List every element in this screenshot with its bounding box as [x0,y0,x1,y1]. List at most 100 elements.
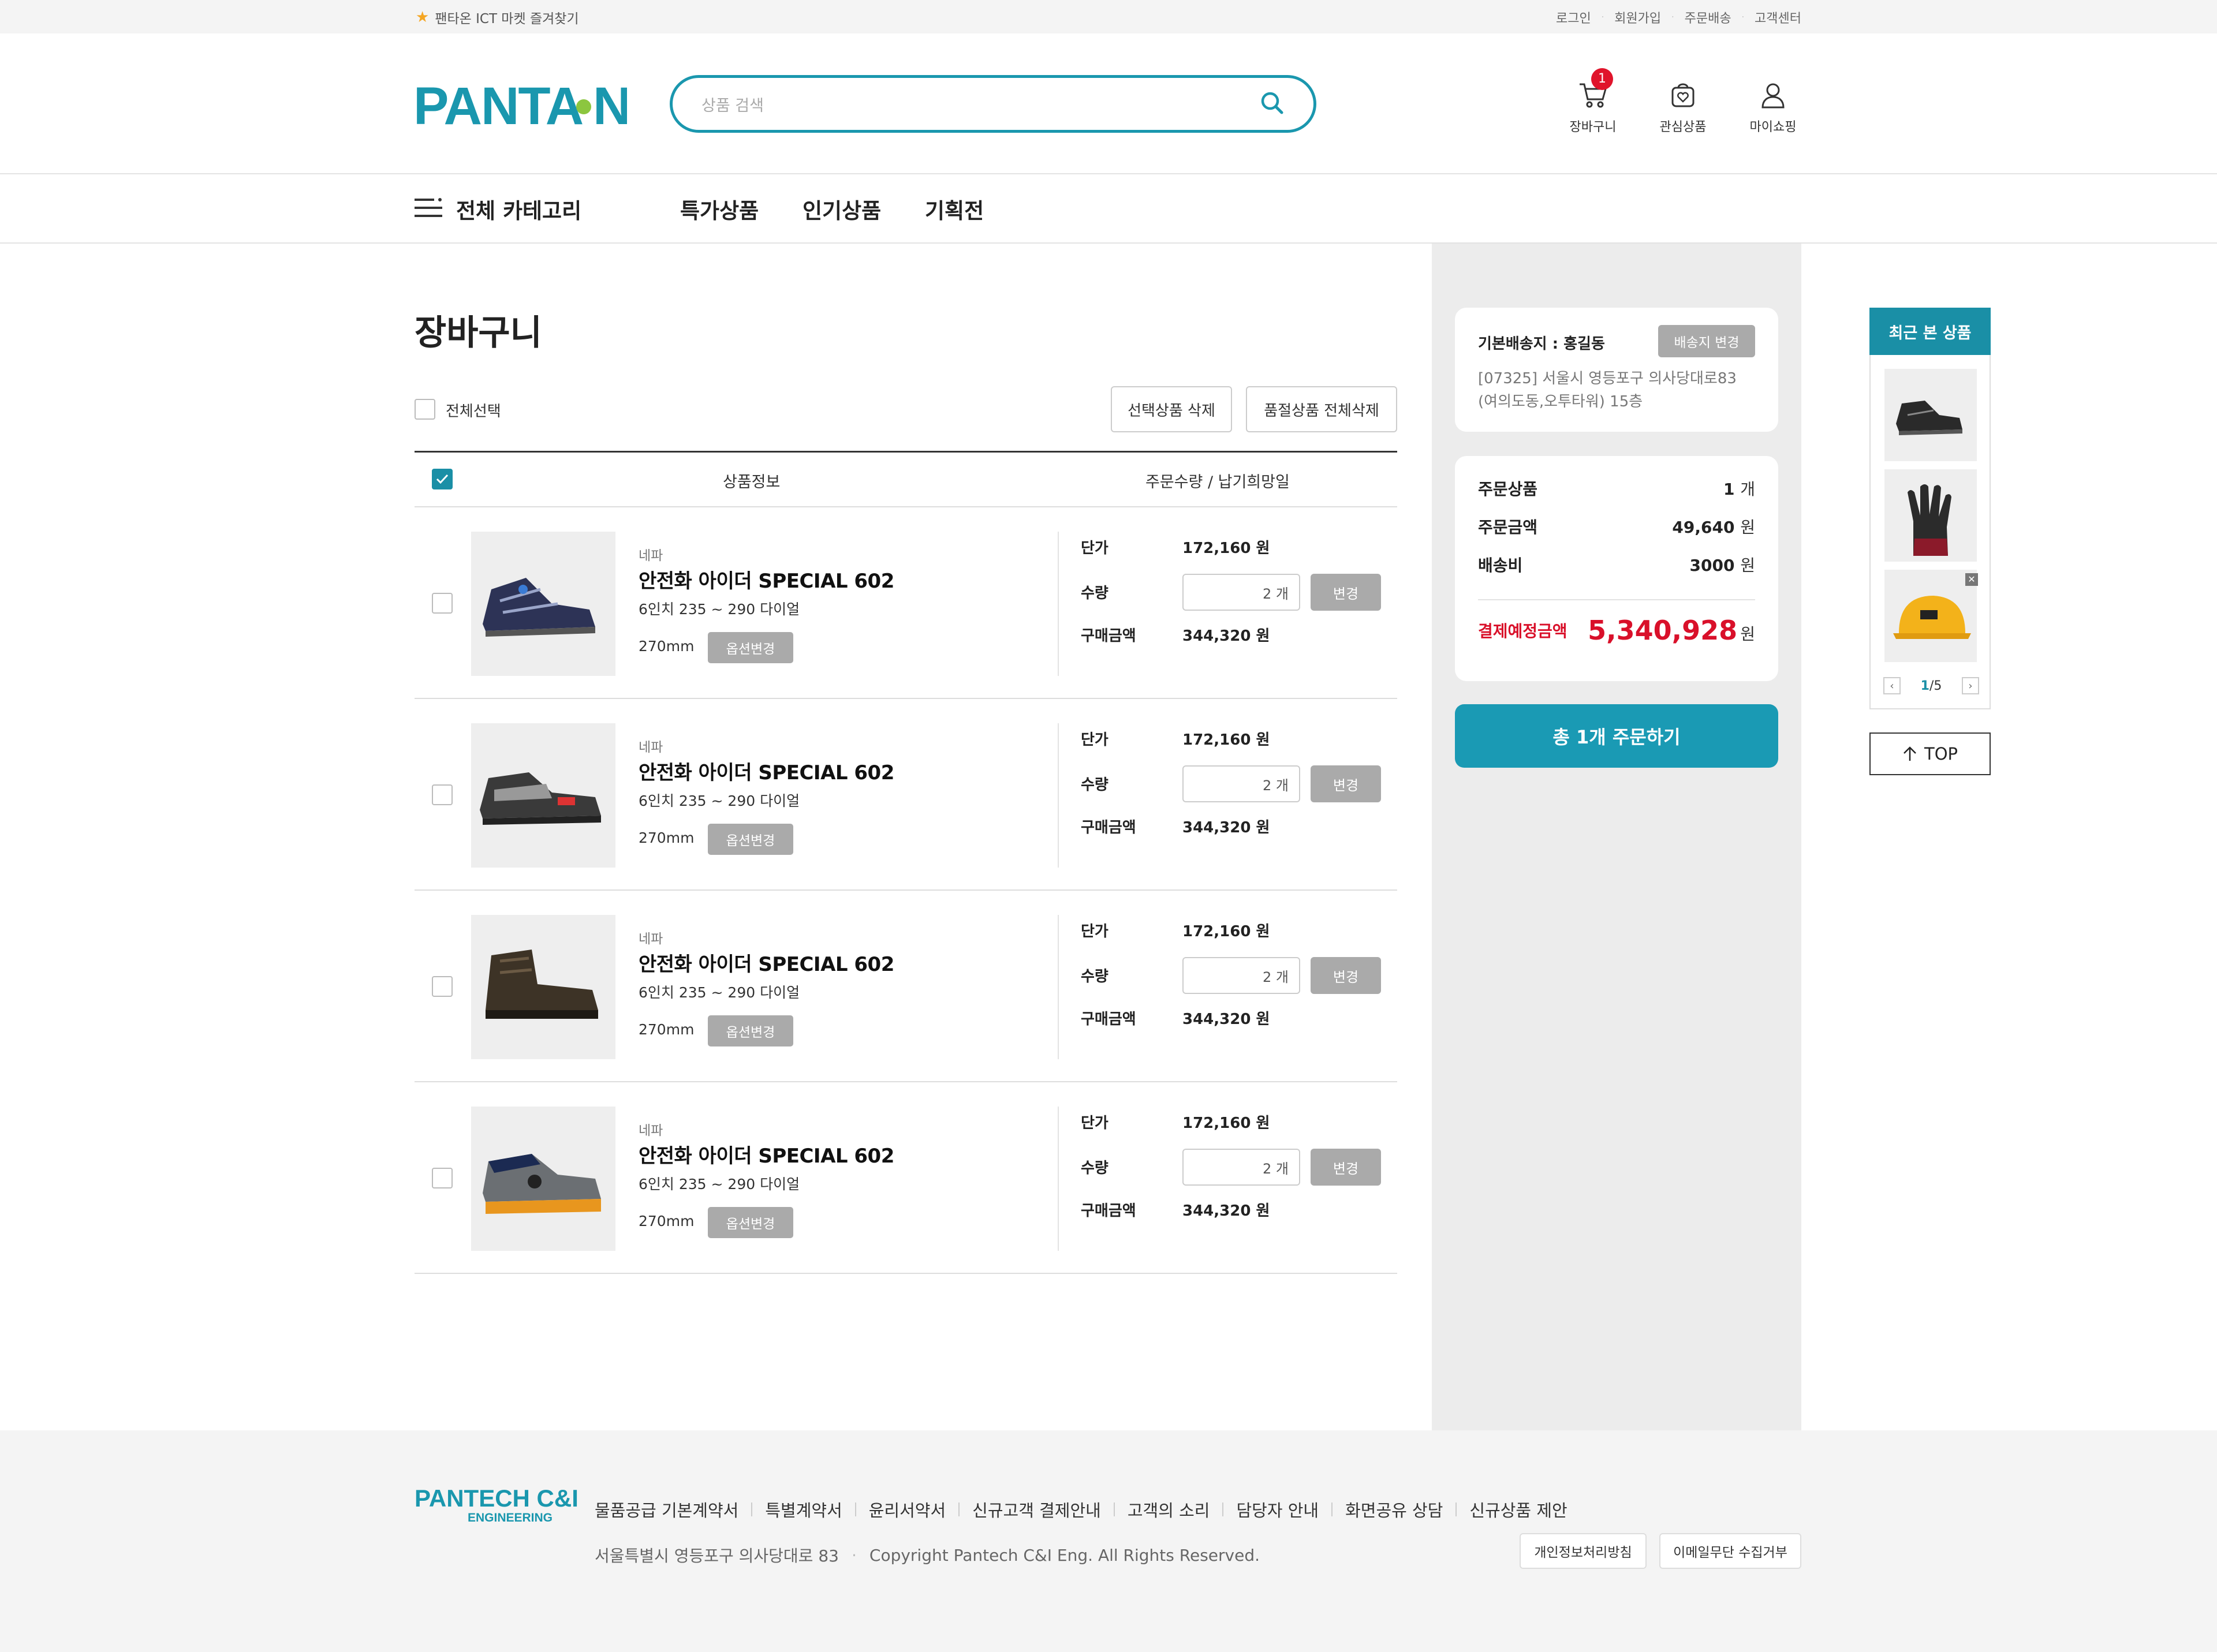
product-name[interactable]: 안전화 아이더 SPECIAL 602 [639,948,894,977]
option-change-button[interactable]: 옵션변경 [708,1015,793,1046]
bookmark-label: 팬타온 ICT 마켓 즐겨찾기 [435,12,579,27]
footer-link[interactable]: 신규고객 결제안내 [972,1497,1101,1522]
cart-item-row: 네파 안전화 아이더 SPECIAL 602 6인치 235 ~ 290 다이얼 27… [415,507,1397,699]
change-address-button[interactable]: 배송지 변경 [1658,325,1755,357]
product-name[interactable]: 안전화 아이더 SPECIAL 602 [639,565,894,593]
remove-recent-icon[interactable]: ✕ [1965,573,1978,586]
product-thumbnail[interactable] [471,915,615,1059]
check-icon [436,474,449,484]
total-price-label: 구매금액 [1081,1202,1136,1220]
cart-item-row: 네파 안전화 아이더 SPECIAL 602 6인치 235 ~ 290 다이얼 27… [415,1082,1397,1274]
arrow-up-icon [1904,746,1916,761]
footer-link[interactable]: 고객의 소리 [1128,1497,1210,1522]
quantity-change-button[interactable]: 변경 [1311,957,1381,994]
product-thumbnail[interactable] [471,532,615,676]
top-links: 로그인 · 회원가입 · 주문배송 · 고객센터 [1556,8,1801,27]
order-delivery-link[interactable]: 주문배송 [1685,8,1731,27]
quantity-input[interactable]: 2 개 [1182,957,1300,994]
item-checkbox[interactable] [432,784,453,805]
search-icon[interactable] [1259,90,1285,118]
unit-price-value: 172,160 원 [1182,540,1270,557]
signup-link[interactable]: 회원가입 [1614,8,1661,27]
nav-divider [0,173,2217,174]
quantity-input[interactable]: 2 개 [1182,765,1300,802]
option-change-button[interactable]: 옵션변경 [708,632,793,663]
recent-item-shoe[interactable] [1884,369,1977,461]
place-order-button[interactable]: 총 1개 주문하기 [1455,704,1778,768]
item-checkbox[interactable] [432,976,453,997]
search-input[interactable]: 상품 검색 [701,93,1259,115]
footer-link[interactable]: 윤리서약서 [869,1497,946,1522]
column-header-product-info: 상품정보 [723,473,781,491]
header-checkbox[interactable] [432,469,453,489]
option-change-button[interactable]: 옵션변경 [708,824,793,855]
next-arrow-icon[interactable]: › [1961,677,1979,694]
quantity-input[interactable]: 2 개 [1182,1149,1300,1186]
summary-items-label: 주문상품 [1478,480,1538,499]
footer-link[interactable]: 담당자 안내 [1236,1497,1319,1522]
option-change-button[interactable]: 옵션변경 [708,1207,793,1238]
nav-special-deals[interactable]: 특가상품 [680,193,759,225]
recent-pagination: ‹ 1/5 › [1883,677,1979,694]
total-price-value: 344,320 원 [1182,1202,1270,1220]
recently-viewed-panel: 최근 본 상품 ✕ ‹ 1/5 › [1869,308,1991,709]
nav-promotions[interactable]: 기획전 [925,193,984,225]
header-cart[interactable]: 1 장바구니 [1561,68,1625,135]
summary-shipping-label: 배송비 [1478,556,1523,575]
product-name[interactable]: 안전화 아이더 SPECIAL 602 [639,757,894,785]
summary-amount-label: 주문금액 [1478,518,1538,537]
product-thumbnail[interactable] [471,1107,615,1251]
footer-link[interactable]: 특별계약서 [765,1497,842,1522]
footer-link[interactable]: 물품공급 기본계약서 [595,1497,738,1522]
item-checkbox[interactable] [432,593,453,614]
footer-link[interactable]: 화면공유 상담 [1345,1497,1443,1522]
recent-item-helmet[interactable] [1884,570,1977,662]
row-divider [1058,723,1059,868]
quantity-change-button[interactable]: 변경 [1311,1149,1381,1186]
item-checkbox[interactable] [432,1168,453,1188]
select-all-label[interactable]: 전체선택 [446,399,501,421]
heart-bag-icon [1671,83,1695,107]
privacy-policy-button[interactable]: 개인정보처리방침 [1520,1533,1647,1569]
total-price-label: 구매금액 [1081,627,1136,645]
header-myshopping[interactable]: 마이쇼핑 [1741,81,1805,135]
quantity-label: 수량 [1081,1160,1108,1177]
product-thumbnail[interactable] [471,723,615,868]
nav-popular[interactable]: 인기상품 [803,193,881,225]
product-description: 6인치 235 ~ 290 다이얼 [639,601,800,618]
summary-total-value: 5,340,928 [1588,615,1738,646]
row-divider [1058,1107,1059,1251]
delete-soldout-button[interactable]: 품절상품 전체삭제 [1246,386,1397,432]
recent-item-glove[interactable] [1884,469,1977,562]
product-description: 6인치 235 ~ 290 다이얼 [639,984,800,1001]
summary-amount-row: 주문금액 49,640 원 [1478,515,1755,538]
product-brand: 네파 [639,548,663,563]
header-wishlist[interactable]: 관심상품 [1651,81,1715,135]
email-refusal-button[interactable]: 이메일무단 수집거부 [1659,1533,1801,1569]
login-link[interactable]: 로그인 [1556,8,1591,27]
unit-price-value: 172,160 원 [1182,731,1270,749]
footer-copyright: Copyright Pantech C&I Eng. All Rights Re… [869,1545,1260,1565]
customer-center-link[interactable]: 고객센터 [1755,8,1801,27]
nav-all-category[interactable]: 전체 카테고리 [456,193,581,225]
bookmark-link[interactable]: ★ 팬타온 ICT 마켓 즐겨찾기 [416,8,579,27]
scroll-top-button[interactable]: TOP [1869,732,1991,775]
footer-link[interactable]: 신규상품 제안 [1469,1497,1567,1522]
site-logo[interactable]: PANTA N [413,77,631,136]
top-label: TOP [1924,744,1958,764]
select-all-checkbox[interactable] [415,399,435,420]
product-name[interactable]: 안전화 아이더 SPECIAL 602 [639,1140,894,1168]
quantity-change-button[interactable]: 변경 [1311,574,1381,611]
prev-arrow-icon[interactable]: ‹ [1883,677,1901,694]
address-line-2: (여의도동,오투타워) 15층 [1478,393,1643,410]
user-icon [1761,83,1785,109]
menu-icon[interactable] [415,196,442,219]
footer-address: 서울특별시 영등포구 의사당대로 83 [595,1546,839,1565]
svg-text:N: N [593,77,627,134]
summary-shipping-value: 3000 [1689,556,1735,575]
delete-selected-button[interactable]: 선택상품 삭제 [1111,386,1232,432]
unit-price-value: 172,160 원 [1182,923,1270,940]
quantity-change-button[interactable]: 변경 [1311,765,1381,802]
search-bar[interactable]: 상품 검색 [670,75,1316,133]
quantity-input[interactable]: 2 개 [1182,574,1300,611]
